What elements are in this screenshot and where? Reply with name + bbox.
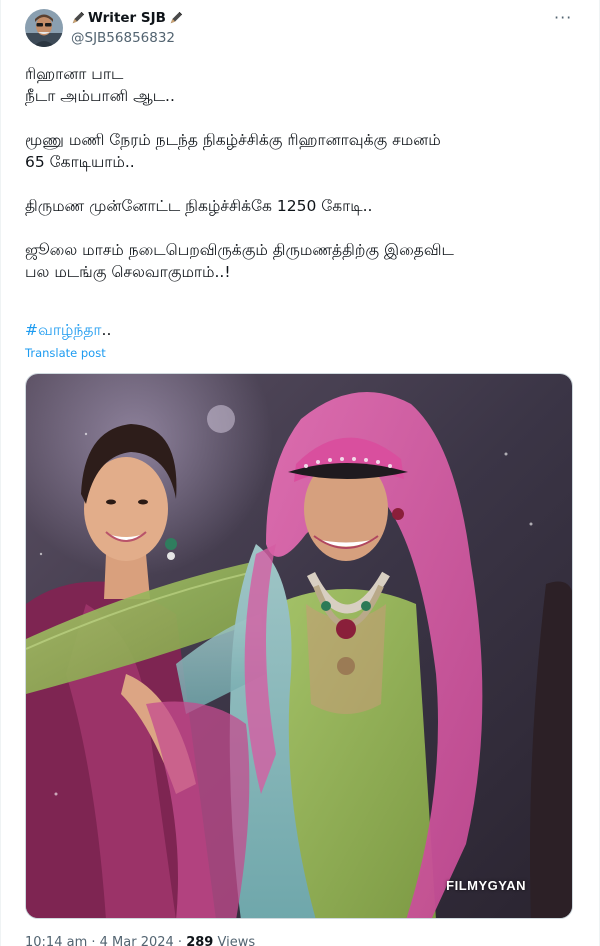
tweet-line: மூணு மணி நேரம் நடந்த நிகழ்ச்சிக்கு ரிஹான… xyxy=(25,131,441,149)
translate-post-link[interactable]: Translate post xyxy=(25,346,106,360)
tweet-line: ஜூலை மாசம் நடைபெறவிருக்கும் திருமணத்திற்… xyxy=(25,241,454,259)
tweet-card: Writer SJB @SJB56856832 ··· ரிஹானா பாட ந… xyxy=(0,0,600,946)
tweet-media-image[interactable]: FILMYGYAN xyxy=(25,373,573,919)
tweet-text: ரிஹானா பாட நீடா அம்பானி ஆட.. மூணு மணி நே… xyxy=(25,63,577,305)
views-count: 289 xyxy=(186,935,214,946)
tweet-paragraph: மூணு மணி நேரம் நடந்த நிகழ்ச்சிக்கு ரிஹான… xyxy=(25,129,577,173)
hashtag-link[interactable]: #வாழ்ந்தா xyxy=(25,321,102,339)
author-handle[interactable]: @SJB56856832 xyxy=(71,30,175,46)
more-icon[interactable]: ··· xyxy=(554,8,572,27)
views-label: Views xyxy=(217,935,256,946)
tweet-line: திருமண முன்னோட்ட நிகழ்ச்சிக்கே 1250 கோடி… xyxy=(25,197,373,215)
pen-icon xyxy=(72,11,85,24)
hashtag-tail: .. xyxy=(101,321,112,339)
tweet-paragraph: ரிஹானா பாட நீடா அம்பானி ஆட.. xyxy=(25,63,577,107)
hashtag-line: #வாழ்ந்தா.. xyxy=(25,319,111,341)
author-name-row[interactable]: Writer SJB xyxy=(71,10,183,26)
tweet-date[interactable]: 4 Mar 2024 xyxy=(100,935,174,946)
tweet-meta: 10:14 am · 4 Mar 2024 · 289 Views xyxy=(25,935,255,946)
tweet-line: 65 கோடியாம்.. xyxy=(25,153,135,171)
tweet-line: பல மடங்கு செலவாகுமாம்..! xyxy=(25,263,231,281)
tweet-line: நீடா அம்பானி ஆட.. xyxy=(25,87,175,105)
tweet-paragraph: ஜூலை மாசம் நடைபெறவிருக்கும் திருமணத்திற்… xyxy=(25,239,577,283)
tweet-paragraph: திருமண முன்னோட்ட நிகழ்ச்சிக்கே 1250 கோடி… xyxy=(25,195,577,217)
tweet-line: ரிஹானா பாட xyxy=(25,65,124,83)
pen-icon xyxy=(170,11,183,24)
author-display-name[interactable]: Writer SJB xyxy=(88,10,166,26)
media-watermark: FILMYGYAN xyxy=(446,878,526,893)
avatar[interactable] xyxy=(25,9,63,47)
tweet-time[interactable]: 10:14 am xyxy=(25,935,87,946)
